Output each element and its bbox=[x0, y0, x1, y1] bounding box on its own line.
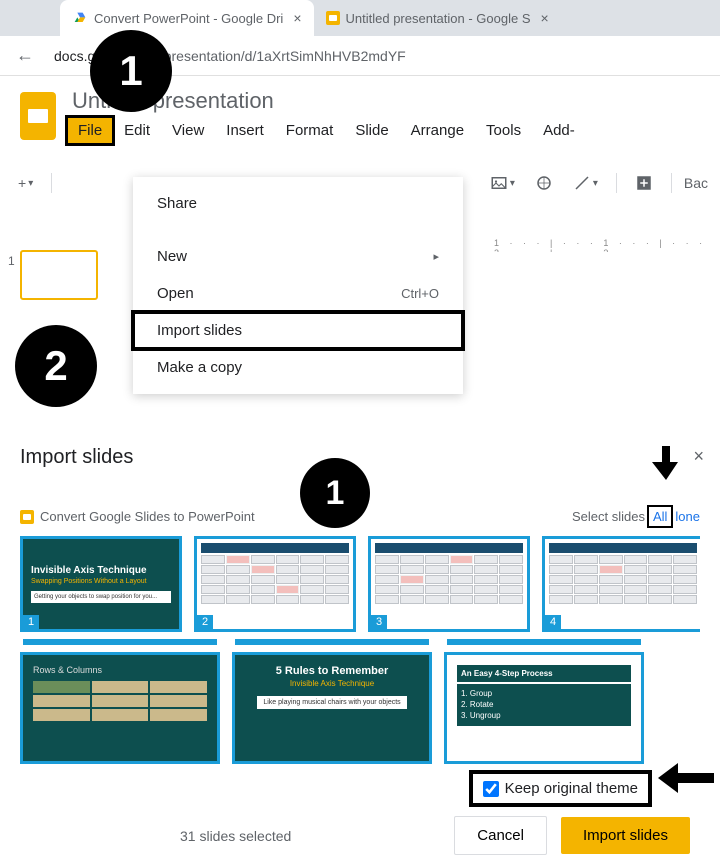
import-slide-1[interactable]: Invisible Axis Technique Swapping Positi… bbox=[20, 536, 182, 632]
slide-thumbnails-row2: Rows & Columns 5 Rules to Remember Invis… bbox=[20, 652, 700, 764]
slide-number: 4 bbox=[545, 615, 561, 629]
selected-count: 31 slides selected bbox=[180, 828, 291, 844]
import-button[interactable]: Import slides bbox=[561, 817, 690, 854]
menu-format[interactable]: Format bbox=[276, 118, 344, 143]
plus-box-icon bbox=[635, 174, 653, 192]
line-button[interactable]: ▾ bbox=[567, 170, 604, 196]
new-slide-button[interactable]: + ▾ bbox=[12, 171, 39, 195]
source-presentation-name: Convert Google Slides to PowerPoint bbox=[40, 509, 255, 524]
shape-icon bbox=[535, 174, 553, 192]
menubar: File Edit View Insert Format Slide Arran… bbox=[68, 118, 720, 143]
separator bbox=[616, 173, 617, 193]
slide-number: 3 bbox=[371, 615, 387, 629]
comment-button[interactable] bbox=[629, 170, 659, 196]
select-none-link[interactable]: lone bbox=[675, 509, 700, 524]
close-icon[interactable]: × bbox=[293, 10, 301, 26]
background-button[interactable]: Bac bbox=[684, 175, 708, 191]
keep-original-theme-checkbox[interactable]: Keep original theme bbox=[473, 774, 648, 803]
slide-number: 1 bbox=[8, 254, 15, 268]
shortcut-label: Ctrl+O bbox=[401, 286, 439, 301]
import-slide-3[interactable]: 3 bbox=[368, 536, 530, 632]
browser-tab-slides[interactable]: Untitled presentation - Google S × bbox=[314, 0, 561, 36]
menu-view[interactable]: View bbox=[162, 118, 214, 143]
slides-icon bbox=[20, 510, 34, 524]
slide-thumbnails-row: Invisible Axis Technique Swapping Positi… bbox=[20, 536, 700, 632]
slide-number: 1 bbox=[23, 615, 39, 629]
menu-file[interactable]: File bbox=[68, 118, 112, 143]
slides-logo-icon[interactable] bbox=[20, 92, 56, 140]
import-slide-5[interactable]: Rows & Columns bbox=[20, 652, 220, 764]
line-icon bbox=[573, 174, 591, 192]
import-slide-6[interactable]: 5 Rules to Remember Invisible Axis Techn… bbox=[232, 652, 432, 764]
import-slide-2[interactable]: 2 bbox=[194, 536, 356, 632]
slide-thumbnail-1[interactable]: 1 bbox=[20, 250, 98, 300]
import-slide-4[interactable]: 4 bbox=[542, 536, 700, 632]
tab-label: Convert PowerPoint - Google Dri bbox=[94, 11, 283, 26]
select-all-link[interactable]: All bbox=[649, 507, 671, 526]
menu-share[interactable]: Share bbox=[133, 185, 463, 222]
browser-tab-bar: Convert PowerPoint - Google Dri × Untitl… bbox=[0, 0, 720, 36]
step-badge-1b: 1 bbox=[300, 458, 370, 528]
menu-tools[interactable]: Tools bbox=[476, 118, 531, 143]
submenu-arrow-icon: ▸ bbox=[433, 250, 439, 263]
back-button[interactable]: ← bbox=[8, 45, 42, 66]
separator bbox=[671, 173, 672, 193]
menu-insert[interactable]: Insert bbox=[216, 118, 274, 143]
left-arrow-icon bbox=[658, 760, 714, 803]
checkbox-label: Keep original theme bbox=[505, 780, 638, 797]
separator bbox=[51, 173, 52, 193]
slide-panel: 1 bbox=[20, 250, 98, 300]
menu-addons[interactable]: Add- bbox=[533, 118, 585, 143]
file-dropdown-menu: Share New▸ OpenCtrl+O Import slides Make… bbox=[133, 177, 463, 394]
step-badge-1: 1 bbox=[90, 30, 172, 112]
browser-tab-drive[interactable]: Convert PowerPoint - Google Dri × bbox=[60, 0, 314, 36]
menu-import-slides[interactable]: Import slides bbox=[133, 312, 463, 349]
menu-arrange[interactable]: Arrange bbox=[401, 118, 474, 143]
ruler: 1 · · · | · · · 1 · · · | · · · 2 · · · … bbox=[490, 238, 720, 252]
menu-new[interactable]: New▸ bbox=[133, 238, 463, 275]
drive-icon bbox=[72, 10, 88, 26]
cancel-button[interactable]: Cancel bbox=[454, 816, 547, 855]
dialog-footer: 31 slides selected Cancel Import slides bbox=[0, 816, 720, 855]
close-icon[interactable]: × bbox=[541, 10, 549, 26]
select-slides-label: Select slides bbox=[572, 509, 645, 524]
checkbox-input[interactable] bbox=[483, 781, 499, 797]
menu-open[interactable]: OpenCtrl+O bbox=[133, 275, 463, 312]
menu-make-copy[interactable]: Make a copy bbox=[133, 349, 463, 386]
tab-label: Untitled presentation - Google S bbox=[346, 11, 531, 26]
shape-button[interactable] bbox=[529, 170, 559, 196]
image-button[interactable]: ▾ bbox=[484, 170, 521, 196]
step-badge-2: 2 bbox=[15, 325, 97, 407]
dialog-title: Import slides bbox=[20, 446, 700, 469]
slide-number: 2 bbox=[197, 615, 213, 629]
menu-slide[interactable]: Slide bbox=[345, 118, 398, 143]
menu-edit[interactable]: Edit bbox=[114, 118, 160, 143]
slides-icon bbox=[326, 11, 340, 25]
import-slide-7[interactable]: An Easy 4-Step Process 1. Group 2. Rotat… bbox=[444, 652, 644, 764]
image-icon bbox=[490, 174, 508, 192]
